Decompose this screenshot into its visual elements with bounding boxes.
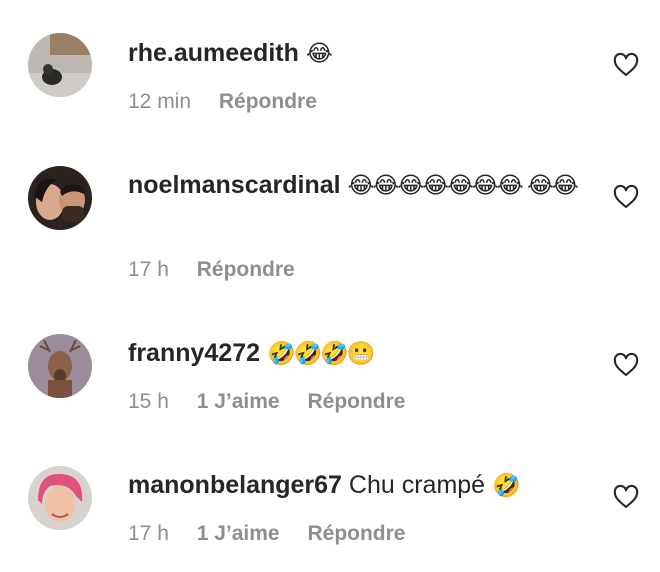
comment-time[interactable]: 17 h (128, 522, 169, 545)
avatar-woman-image (28, 466, 92, 530)
like-heart-icon[interactable] (612, 183, 640, 211)
like-heart-icon[interactable] (612, 483, 640, 511)
comment-time[interactable]: 17 h (128, 258, 169, 281)
comment-username[interactable]: manonbelanger67 (128, 471, 342, 499)
comment-line: noelmanscardinal 😂😂😂😂😂😂😂 😂😂 (128, 168, 598, 203)
avatar-deer-image (28, 334, 92, 398)
avatar-dog-image (28, 33, 92, 97)
reply-button[interactable]: Répondre (219, 90, 317, 113)
comment-meta: 15 h 1 J’aime Répondre (128, 390, 427, 414)
avatar-couple-image (28, 166, 92, 230)
avatar[interactable] (28, 166, 92, 230)
like-heart-icon[interactable] (612, 51, 640, 79)
comment-username[interactable]: rhe.aumeedith (128, 39, 299, 67)
comment-time[interactable]: 12 min (128, 90, 191, 113)
comment-time[interactable]: 15 h (128, 390, 169, 413)
avatar[interactable] (28, 466, 92, 530)
comment-emoji: 😂😂😂😂😂😂😂 😂😂 (347, 173, 579, 199)
like-heart-icon[interactable] (612, 351, 640, 379)
comment-meta: 17 h Répondre (128, 258, 317, 282)
reply-button[interactable]: Répondre (307, 522, 405, 545)
comment-text: Chu crampé (348, 471, 486, 499)
avatar[interactable] (28, 33, 92, 97)
reply-button[interactable]: Répondre (307, 390, 405, 413)
comment-username[interactable]: franny4272 (128, 339, 260, 367)
reply-button[interactable]: Répondre (197, 258, 295, 281)
comment-emoji: 😂 (305, 41, 333, 67)
comment-line: manonbelanger67 Chu crampé 🤣 (128, 468, 598, 503)
comment-line: franny4272 🤣🤣🤣😬 (128, 336, 598, 371)
likes-count[interactable]: 1 J’aime (197, 390, 280, 413)
avatar[interactable] (28, 334, 92, 398)
comment-meta: 17 h 1 J’aime Répondre (128, 522, 427, 546)
comment-emoji: 🤣🤣🤣😬 (266, 341, 376, 367)
comment-emoji: 🤣 (492, 473, 521, 499)
comment-username[interactable]: noelmanscardinal (128, 171, 341, 199)
comment-meta: 12 min Répondre (128, 90, 339, 114)
comment-line: rhe.aumeedith 😂 (128, 36, 598, 71)
likes-count[interactable]: 1 J’aime (197, 522, 280, 545)
